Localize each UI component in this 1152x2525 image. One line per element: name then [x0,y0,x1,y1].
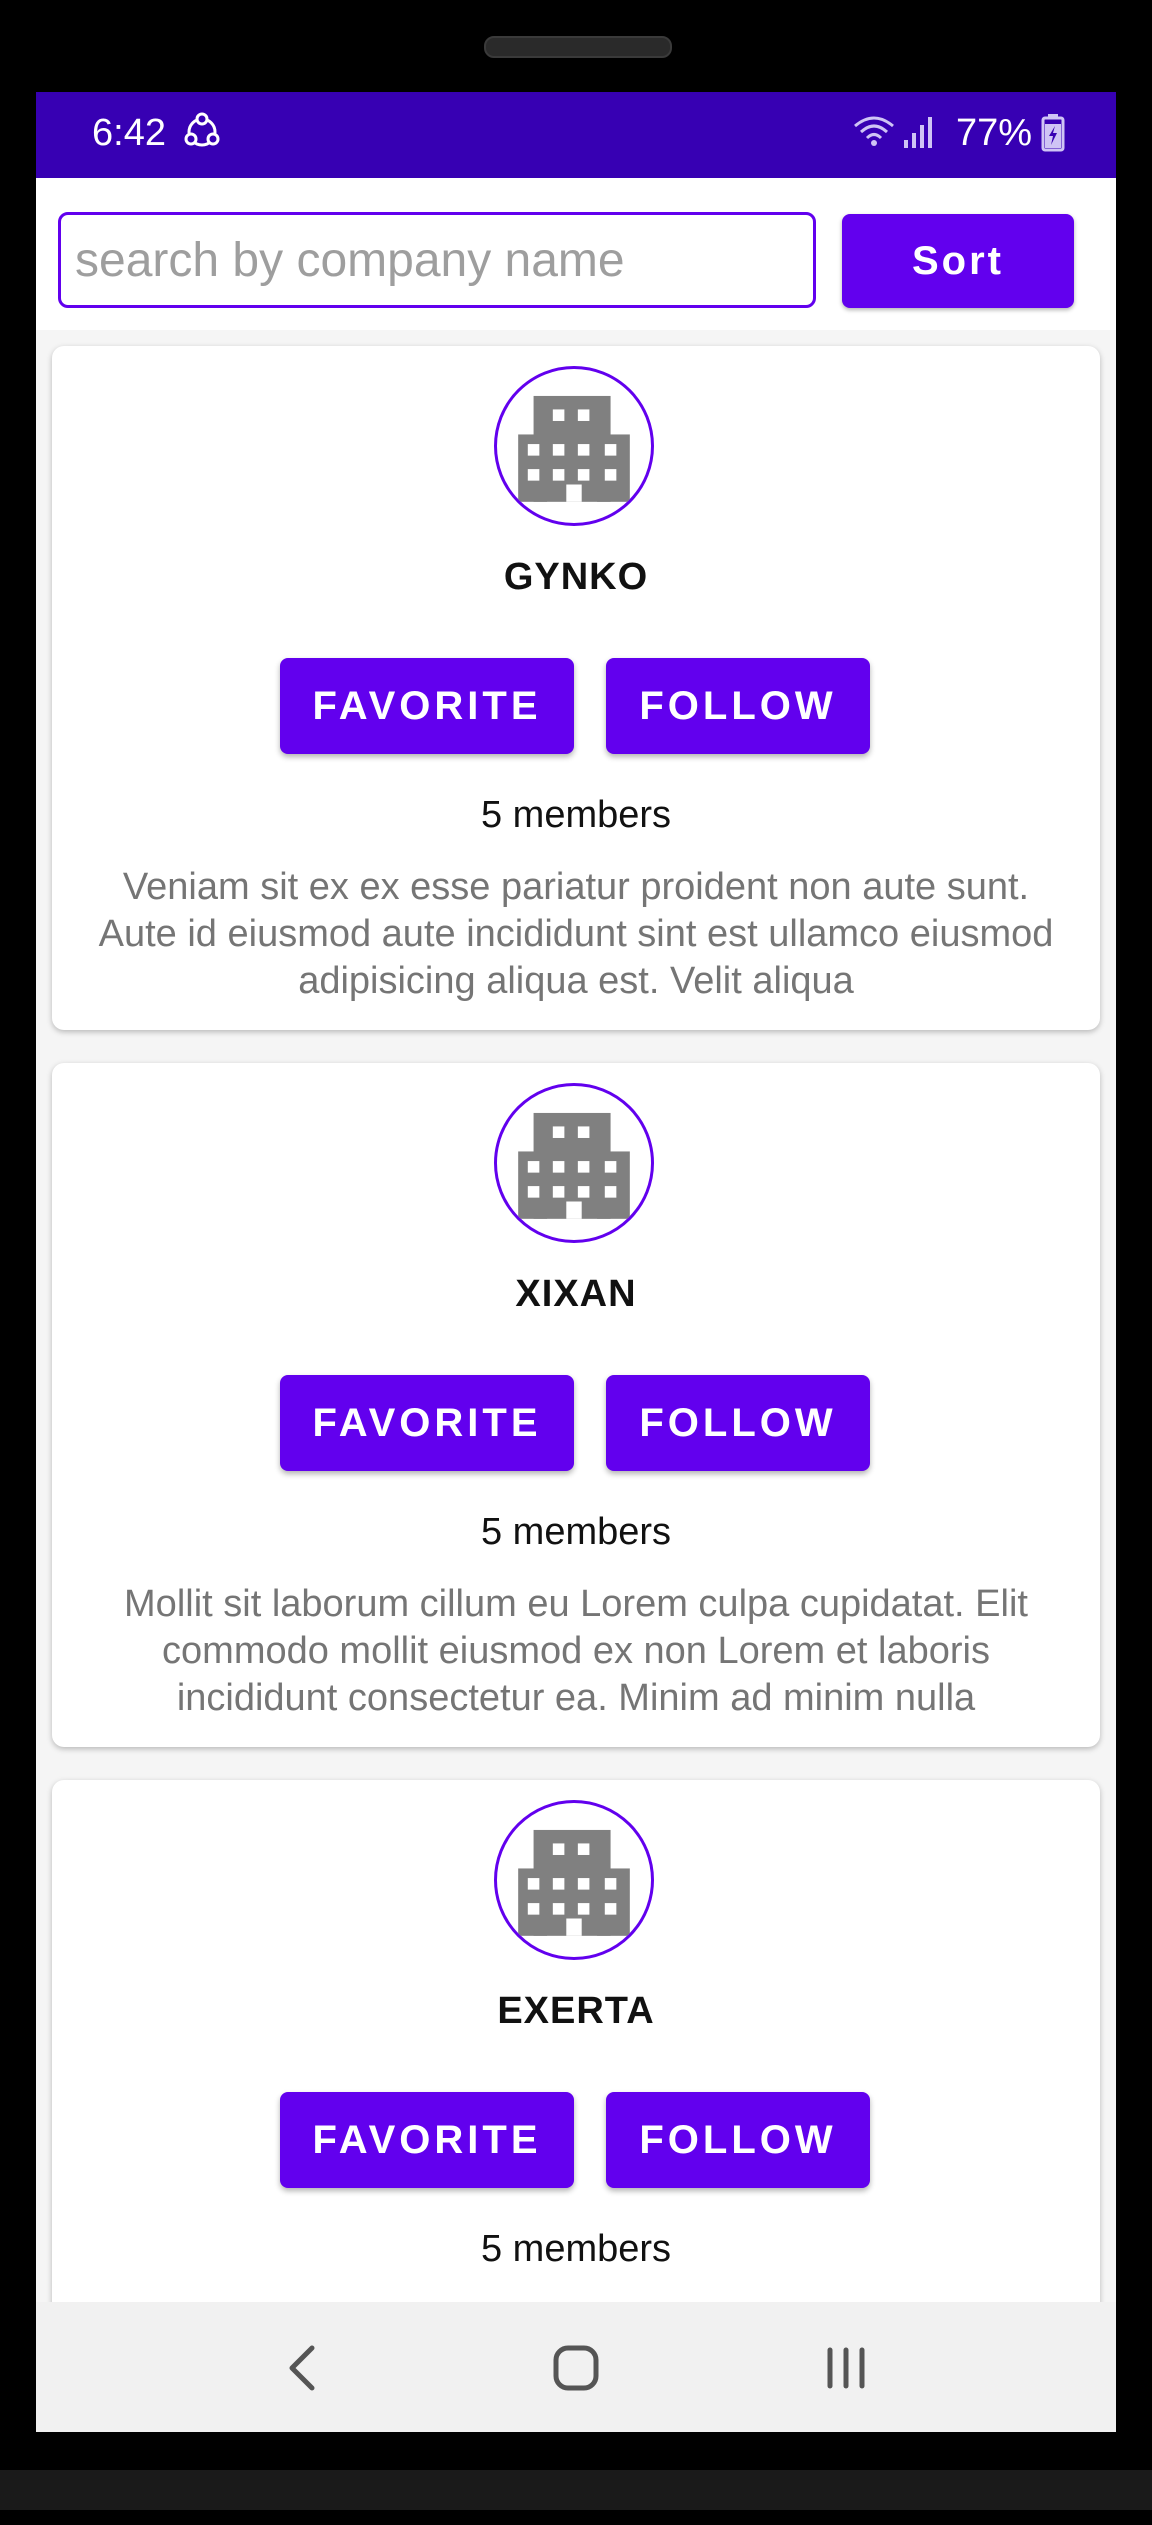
favorite-button[interactable]: FAVORITE [280,1375,574,1471]
company-list[interactable]: GYNKO FAVORITE FOLLOW 5 members Veniam s… [36,330,1116,2302]
back-icon[interactable] [276,2342,336,2394]
company-name: XIXAN [515,1273,637,1315]
company-avatar [494,1083,654,1243]
member-count: 5 members [480,794,672,836]
status-bar: 6:42 77% [36,92,1116,178]
screen: 6:42 77% search by company name Sort GYN… [36,92,1116,2432]
member-count: 5 members [480,2228,672,2270]
search-row: Sort [36,178,1116,330]
recents-icon[interactable] [816,2342,876,2394]
favorite-button[interactable]: FAVORITE [280,2092,574,2188]
system-nav-bar [36,2302,1116,2432]
company-card: EXERTA FAVORITE FOLLOW 5 members [52,1780,1100,2302]
sync-icon [184,112,220,147]
company-name: EXERTA [497,1990,655,2032]
company-avatar [494,1800,654,1960]
company-description: Mollit sit laborum cillum eu Lorem culpa… [124,1583,1028,1719]
follow-button[interactable]: FOLLOW [606,1375,870,1471]
building-icon [518,395,630,502]
wifi-icon [854,116,894,146]
company-description: Veniam sit ex ex esse pariatur proident … [98,866,1054,1002]
home-icon[interactable] [546,2342,606,2394]
favorite-button[interactable]: FAVORITE [280,658,574,754]
company-avatar [494,366,654,526]
search-input[interactable] [58,212,816,308]
company-card: GYNKO FAVORITE FOLLOW 5 members Veniam s… [52,346,1100,1030]
sort-button[interactable]: Sort [842,214,1074,308]
earpiece-speaker [484,36,672,58]
phone-frame: 6:42 77% search by company name Sort GYN… [0,0,1152,2525]
follow-button[interactable]: FOLLOW [606,2092,870,2188]
status-time: 6:42 [92,112,166,154]
building-icon [518,1829,630,1936]
company-card: XIXAN FAVORITE FOLLOW 5 members Mollit s… [52,1063,1100,1747]
follow-button[interactable]: FOLLOW [606,658,870,754]
battery-percentage: 77% [956,112,1033,154]
battery-icon [1041,114,1065,152]
phone-bottom-bezel [0,2470,1152,2510]
signal-icon [904,117,932,148]
member-count: 5 members [480,1511,672,1553]
company-name: GYNKO [503,556,649,598]
building-icon [518,1112,630,1219]
